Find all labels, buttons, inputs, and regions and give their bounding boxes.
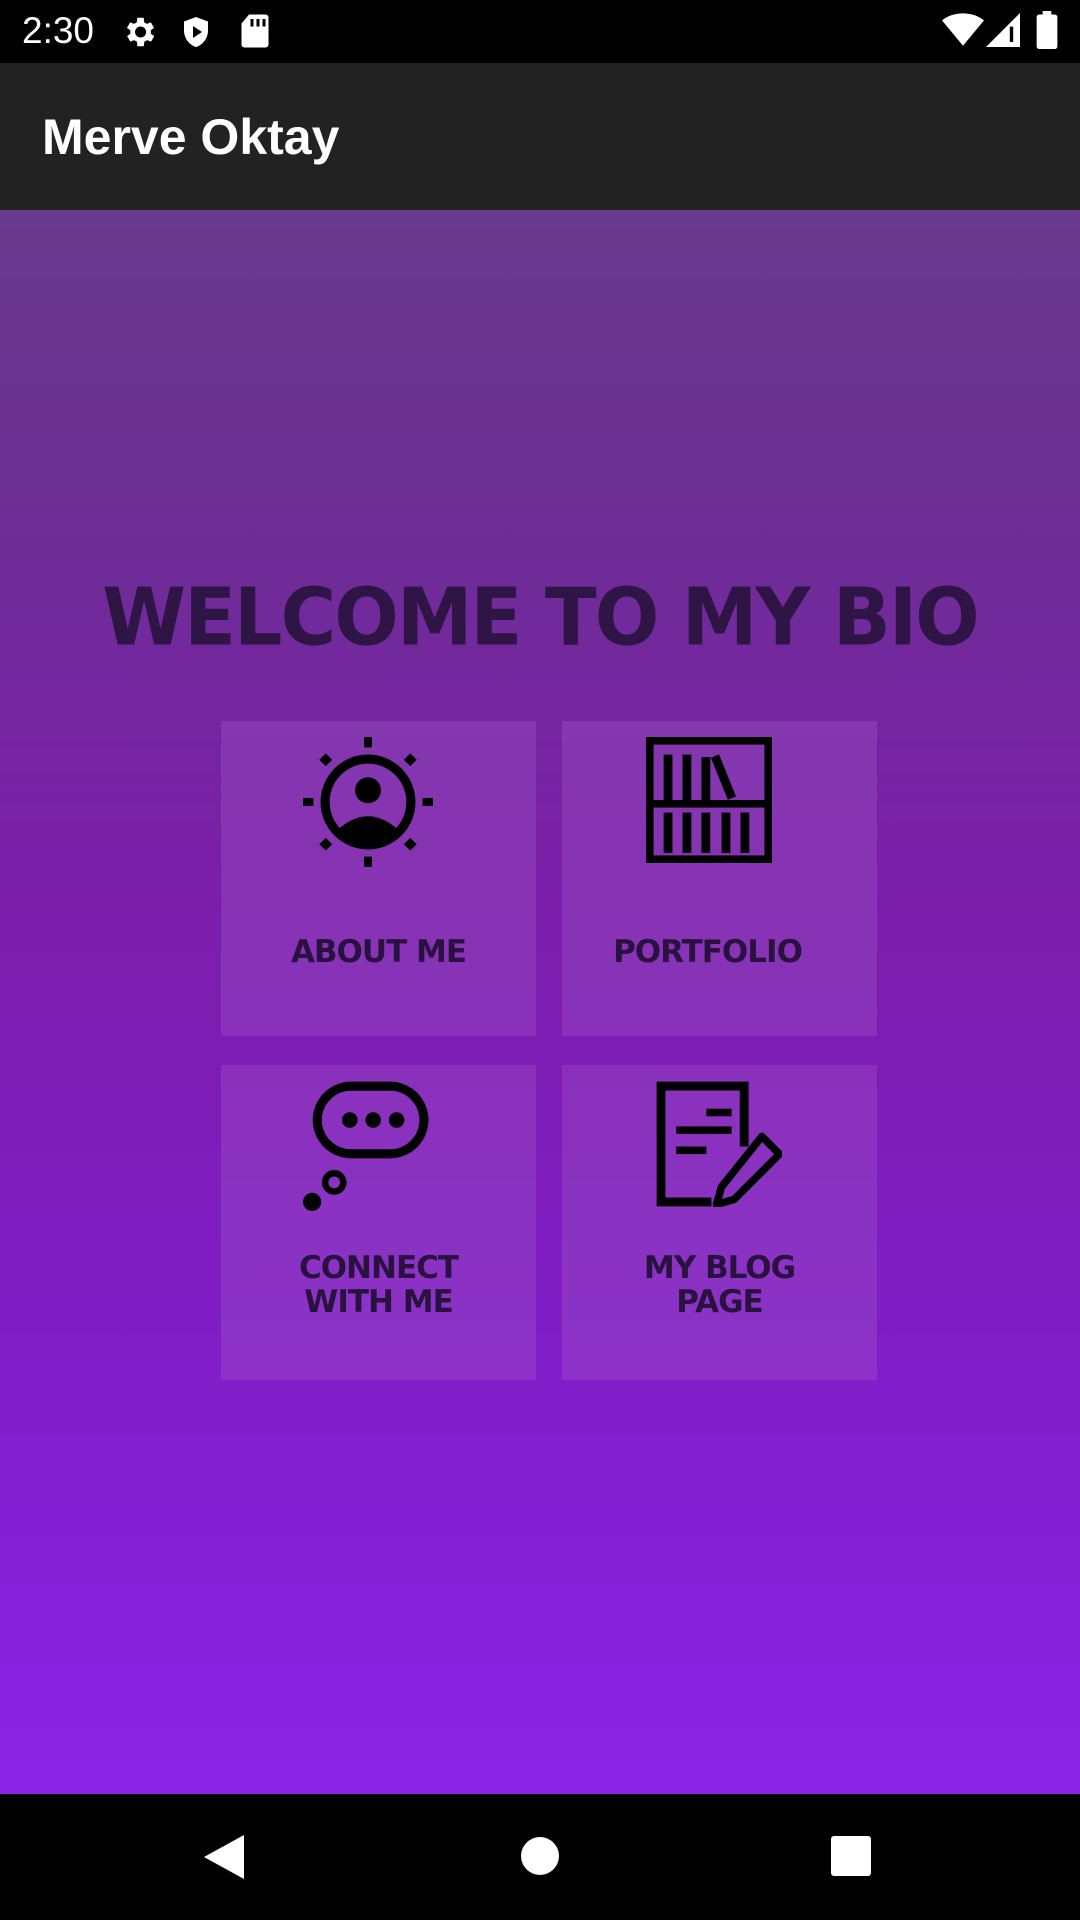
about-me-tile[interactable]: ABOUT ME [221,721,536,1036]
connect-label: CONNECT WITH ME [221,1251,536,1319]
app-bar: Merve Oktay [0,63,1080,210]
bookshelf-icon [646,737,772,863]
status-bar: 2:30 [0,0,1080,63]
blog-tile[interactable]: MY BLOG PAGE [562,1065,877,1380]
back-icon[interactable] [204,1835,244,1879]
battery-icon [1036,11,1058,49]
speech-bubble-icon [303,1081,429,1211]
sd-card-icon [241,14,269,48]
welcome-heading: WELCOME TO MY BIO [102,569,979,664]
blog-label-line1: MY BLOG [643,1250,796,1286]
recents-icon[interactable] [831,1836,871,1876]
app-title: Merve Oktay [42,109,340,165]
settings-icon [126,17,155,47]
main-content: WELCOME TO MY BIO ABOUT ME PORTFOLIO CON… [0,210,1080,1794]
connect-tile[interactable]: CONNECT WITH ME [221,1065,536,1380]
note-edit-icon [656,1081,782,1207]
about-me-label: ABOUT ME [290,934,467,970]
home-icon[interactable] [520,1836,560,1876]
connect-label-line2: WITH ME [304,1284,454,1320]
portfolio-label: PORTFOLIO [613,934,803,970]
shield-icon [184,17,208,47]
wifi-icon [942,13,984,46]
person-sun-icon [303,737,433,867]
connect-label-line1: CONNECT [298,1250,459,1286]
nav-bar [0,1794,1080,1920]
blog-label: MY BLOG PAGE [562,1251,877,1319]
signal-icon [986,13,1020,47]
portfolio-tile[interactable]: PORTFOLIO [562,721,877,1036]
blog-label-line2: PAGE [676,1284,764,1320]
status-time: 2:30 [22,10,95,51]
